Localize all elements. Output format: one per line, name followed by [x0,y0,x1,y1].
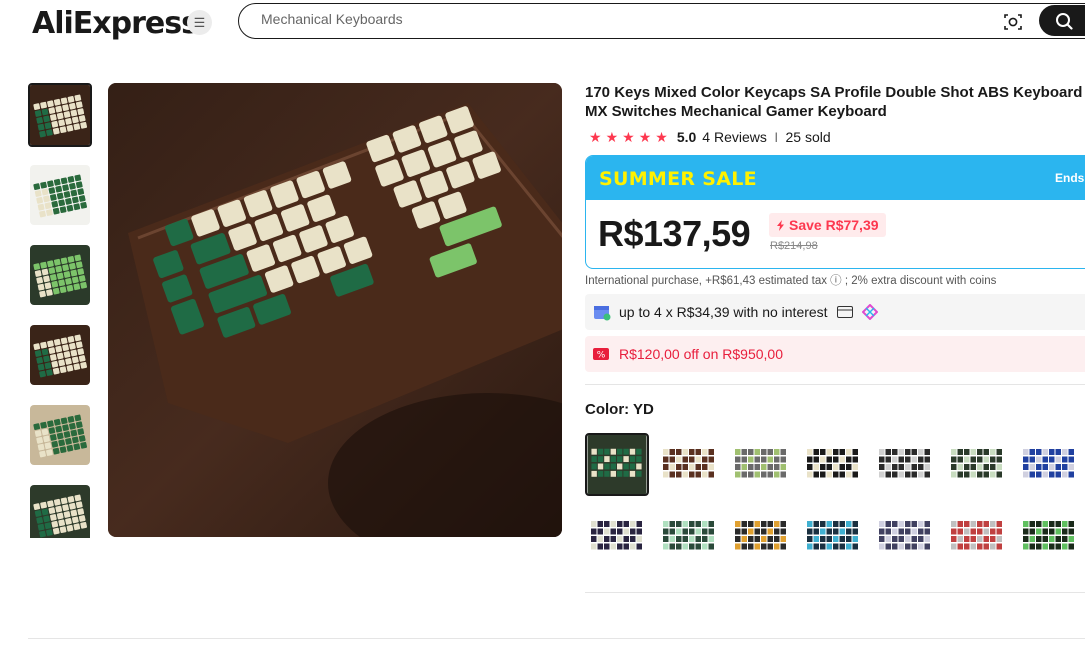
search-icon [1056,12,1073,30]
save-amount: Save R$77,39 [789,217,879,233]
star-icon: ★ [655,129,668,145]
installment-text: up to 4 x R$34,39 with no interest [619,304,828,320]
product-info: 170 Keys Mixed Color Keycaps SA Profile … [585,83,1085,593]
divider [585,592,1085,593]
search-bar [238,3,1085,39]
color-option-mint[interactable] [659,507,719,567]
thumbnail-keyboard-top-view[interactable] [30,325,90,385]
thumbnail-keyboard-white-case[interactable] [30,165,90,225]
product-title: 170 Keys Mixed Color Keycaps SA Profile … [585,83,1085,121]
color-option-cyan[interactable] [803,507,863,567]
color-option-blue-white[interactable] [1019,435,1079,495]
color-option-orange[interactable] [731,507,791,567]
star-icon: ★ [638,129,652,145]
coupon-row[interactable]: % R$120,00 off on R$950,00 [585,336,1085,372]
thumbnail-keyboard-walnut-green[interactable] [28,83,92,147]
coupon-text: R$120,00 off on R$950,00 [619,346,783,362]
main-product-image[interactable] [108,83,562,537]
thumbnail-gallery [28,83,94,538]
lightning-icon [777,219,784,231]
coupon-icon: % [593,348,609,360]
thumbnail-keyboard-alice-layout[interactable] [30,245,90,305]
pix-icon [861,304,878,320]
sale-price: R$137,59 [598,213,751,254]
color-option-brown[interactable] [659,435,719,495]
original-price: R$214,98 [770,240,818,252]
divider [585,384,1085,385]
star-icon: ★ [622,129,635,145]
star-rating: ★ ★ ★ ★ ★ [589,130,668,144]
color-option-lavender[interactable] [875,507,935,567]
color-option-black-white[interactable] [803,435,863,495]
camera-search-icon[interactable] [1003,12,1023,32]
color-option-green-white[interactable] [947,435,1007,495]
save-badge: Save R$77,39 [769,213,886,237]
header: AliExpress ☰ [0,0,1085,44]
menu-icon[interactable]: ☰ [187,10,212,35]
section-divider [28,638,1085,639]
reviews-link[interactable]: 4 Reviews [702,129,767,145]
color-option-dark-grey[interactable] [875,435,935,495]
rating-score: 5.0 [676,129,697,145]
color-option-grey[interactable] [731,435,791,495]
color-option-red-grey[interactable] [947,507,1007,567]
calendar-icon [594,306,611,321]
tax-info: International purchase, +R$61,43 estimat… [585,275,997,287]
svg-text:%: % [597,351,606,361]
search-button[interactable] [1039,5,1085,36]
separator: | [774,131,778,143]
star-icon: ★ [605,129,619,145]
search-input[interactable] [261,11,961,27]
rating-row: ★ ★ ★ ★ ★ 5.0 4 Reviews | 25 sold [585,129,831,145]
color-label: Color: YD [585,401,654,418]
product-title-line1: 170 Keys Mixed Color Keycaps SA Profile … [585,84,1085,101]
sale-title: SUMMER SALE [599,168,757,190]
star-icon: ★ [589,129,602,145]
product-title-line2: MX Switches Mechanical Gamer Keyboard [585,103,887,120]
color-option-purple[interactable] [587,507,647,567]
sold-count: 25 sold [785,129,831,145]
installment-row[interactable]: up to 4 x R$34,39 with no interest [585,294,1085,330]
sale-banner: SUMMER SALE Ends [586,156,1085,200]
sale-box: SUMMER SALE Ends R$137,59 Save R$77,39 R… [585,155,1085,269]
aliexpress-logo[interactable]: AliExpress [32,6,199,41]
sale-ends: Ends [1055,171,1085,185]
color-option-green-black[interactable] [1019,507,1079,567]
thumbnail-keyboard-angled[interactable] [30,405,90,465]
credit-card-icon [836,306,853,318]
color-option-YD[interactable] [585,433,649,496]
thumbnail-keyboard-full-set[interactable] [30,485,90,538]
